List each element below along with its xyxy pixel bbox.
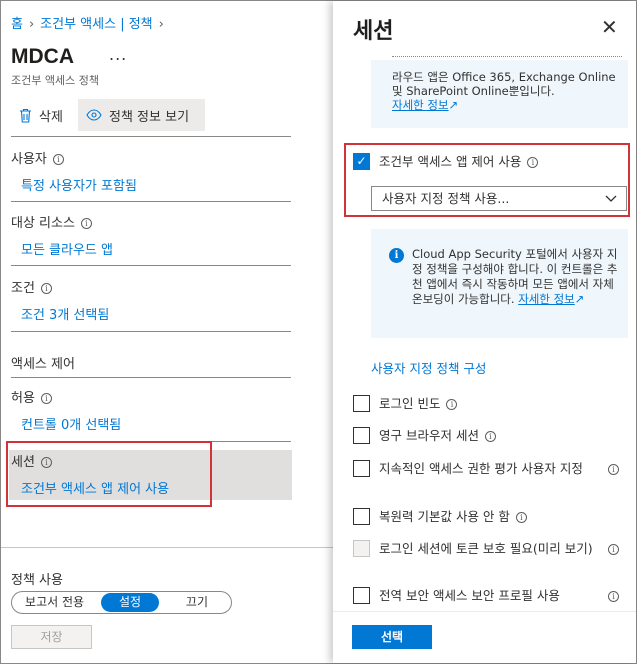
info-icon[interactable]: i — [40, 283, 52, 294]
grant-value-link[interactable]: 컨트롤 0개 선택됨 — [21, 414, 121, 433]
sign-in-frequency-label: 로그인 빈도 i — [379, 395, 599, 412]
info-icon[interactable]: i — [484, 431, 496, 442]
access-control-heading: 액세스 제어 — [11, 357, 75, 372]
external-link-icon: ↗ — [448, 98, 459, 112]
delete-label: 삭제 — [39, 109, 63, 125]
eye-icon — [86, 109, 102, 121]
persistent-browser-label: 영구 브라우저 세션 i — [379, 427, 599, 444]
target-resources-label: 대상 리소스 i — [11, 212, 92, 231]
dropdown-value: 사용자 지정 정책 사용... — [382, 191, 510, 206]
enable-policy-toggle[interactable]: 보고서 전용 설정 끄기 — [11, 591, 232, 614]
info-card-top: 라우드 앱은 Office 365, Exchange Online 및 Sha… — [371, 56, 628, 128]
sign-in-frequency-checkbox[interactable] — [353, 395, 370, 412]
divider — [11, 377, 291, 378]
chevron-right-icon: › — [158, 17, 164, 32]
info-icon[interactable]: i — [515, 512, 527, 523]
info-mcas-text: Cloud App Security 포털에서 사용자 지정 정책을 구성해야 … — [412, 247, 618, 306]
users-section-label: 사용자 i — [11, 148, 64, 167]
info-icon[interactable]: i — [52, 154, 64, 165]
token-protection-label: 로그인 세션에 토큰 보호 필요(미리 보기) — [379, 541, 593, 556]
resilience-defaults-label: 복원력 기본값 사용 안 함i — [379, 508, 599, 525]
info-filled-icon: i — [389, 248, 404, 263]
info-card-mcas: i Cloud App Security 포털에서 사용자 지정 정책을 구성해… — [371, 229, 628, 338]
save-button[interactable]: 저장 — [11, 625, 92, 649]
clipped-text-edge — [392, 56, 622, 64]
app-control-checkbox[interactable]: ✓ — [353, 153, 370, 170]
conditions-value-link[interactable]: 조건 3개 선택됨 — [21, 304, 109, 323]
info-icon[interactable]: i — [446, 399, 458, 410]
select-button[interactable]: 선택 — [352, 625, 432, 649]
view-policy-info-button[interactable]: 정책 정보 보기 — [78, 99, 205, 131]
breadcrumb: 홈 › 조건부 액세스 | 정책 › — [11, 13, 170, 32]
session-highlight-box — [6, 441, 212, 507]
close-button[interactable]: ✕ — [601, 15, 618, 39]
toggle-report-only[interactable]: 보고서 전용 — [12, 593, 97, 612]
divider — [11, 136, 291, 137]
divider — [11, 331, 291, 332]
info-icon[interactable]: i — [80, 218, 92, 229]
external-link-icon: ↗ — [574, 292, 585, 306]
info-icon[interactable]: i — [608, 544, 619, 555]
toggle-off[interactable]: 끄기 — [163, 593, 231, 612]
info-icon[interactable]: i — [608, 464, 619, 475]
cae-checkbox[interactable] — [353, 460, 370, 477]
target-resources-value-link[interactable]: 모든 클라우드 앱 — [21, 239, 113, 258]
chevron-down-icon — [604, 187, 618, 218]
breadcrumb-home[interactable]: 홈 — [11, 17, 23, 32]
enable-policy-label: 정책 사용 — [11, 573, 63, 588]
panel-footer: 선택 — [333, 611, 636, 663]
grant-label: 허용 i — [11, 387, 52, 406]
app-control-label: 조건부 액세스 앱 제어 사용 i — [379, 153, 599, 170]
configure-custom-policy-link[interactable]: 사용자 지정 정책 구성 — [371, 358, 486, 377]
users-value-link[interactable]: 특정 사용자가 포함됨 — [21, 175, 137, 194]
resilience-defaults-checkbox[interactable] — [353, 508, 370, 525]
global-secure-access-checkbox[interactable] — [353, 587, 370, 604]
view-policy-info-label: 정책 정보 보기 — [109, 109, 190, 125]
info-icon[interactable]: i — [527, 157, 539, 168]
breadcrumb-conditional-access[interactable]: 조건부 액세스 | 정책 — [40, 17, 152, 32]
info-icon[interactable]: i — [608, 591, 619, 602]
global-secure-access-label: 전역 보안 액세스 보안 프로필 사용 — [379, 588, 560, 603]
session-panel: 세션 ✕ 라우드 앱은 Office 365, Exchange Online … — [333, 1, 636, 663]
learn-more-link[interactable]: 자세한 정보 — [518, 292, 575, 306]
learn-more-link[interactable]: 자세한 정보 — [392, 98, 449, 112]
panel-title: 세션 — [353, 19, 394, 44]
toggle-on[interactable]: 설정 — [101, 593, 159, 612]
divider — [11, 201, 291, 202]
delete-button[interactable]: 삭제 — [11, 99, 71, 131]
app-control-dropdown[interactable]: 사용자 지정 정책 사용... — [371, 186, 627, 211]
conditions-label: 조건 i — [11, 277, 52, 296]
trash-icon — [20, 108, 31, 123]
persistent-browser-checkbox[interactable] — [353, 427, 370, 444]
token-protection-checkbox — [353, 540, 370, 557]
cae-label: 지속적인 액세스 권한 평가 사용자 지정 — [379, 461, 583, 476]
chevron-right-icon: › — [28, 17, 35, 32]
page-title: MDCA — [11, 45, 74, 68]
info-top-text: 라우드 앱은 Office 365, Exchange Online 및 Sha… — [392, 70, 616, 98]
divider — [11, 265, 291, 266]
policy-blade: 홈 › 조건부 액세스 | 정책 › MDCA ... 조건부 액세스 정책 삭제 정… — [1, 1, 333, 663]
divider — [1, 547, 333, 548]
info-icon[interactable]: i — [40, 393, 52, 404]
more-options-button[interactable]: ... — [109, 45, 127, 64]
page-subtitle: 조건부 액세스 정책 — [11, 74, 99, 87]
